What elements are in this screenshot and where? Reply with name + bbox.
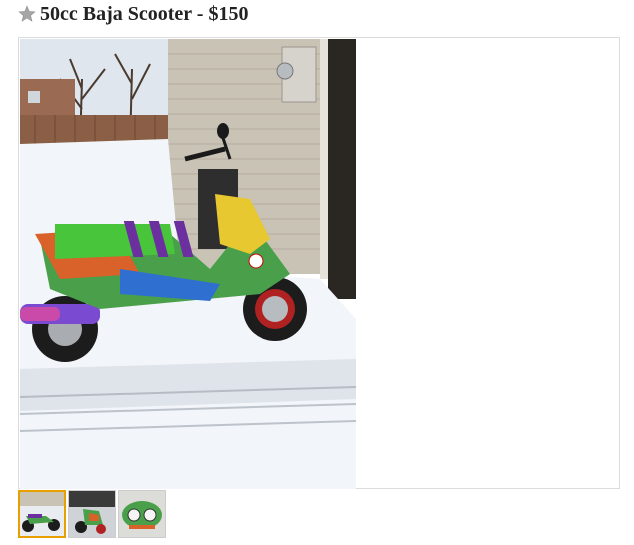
thumbnail-1[interactable] bbox=[18, 490, 66, 538]
favorite-star-icon[interactable] bbox=[18, 5, 36, 23]
image-gallery bbox=[18, 37, 620, 489]
thumbnail-2[interactable] bbox=[68, 490, 116, 538]
listing-header: 50cc Baja Scooter - $150 bbox=[18, 2, 248, 26]
thumbnail-strip bbox=[18, 490, 166, 540]
main-photo[interactable] bbox=[20, 39, 356, 489]
thumbnail-3[interactable] bbox=[118, 490, 166, 538]
listing-title: 50cc Baja Scooter - $150 bbox=[40, 2, 249, 25]
